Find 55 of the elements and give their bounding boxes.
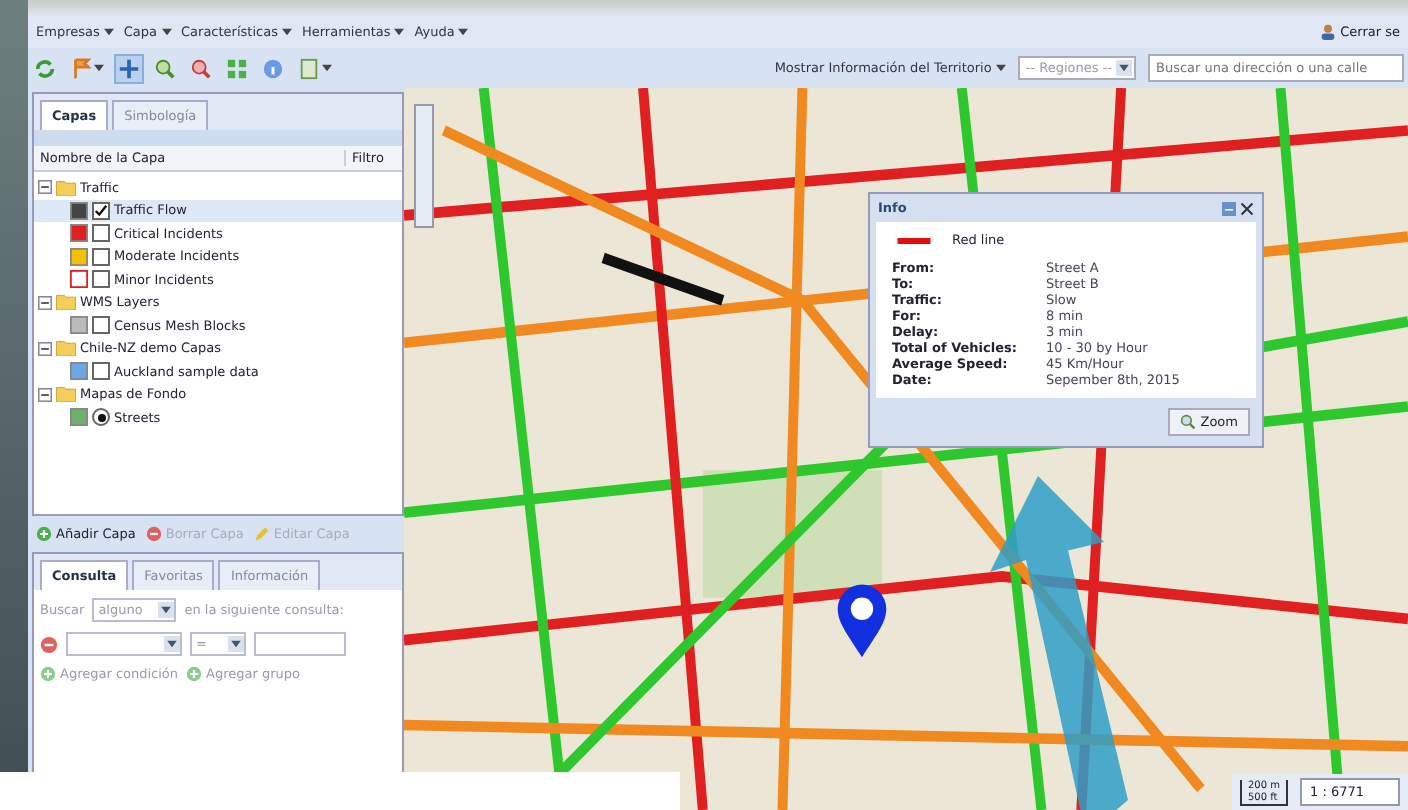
field-dropdown[interactable] [66,632,182,656]
layer-checkbox[interactable] [92,362,110,381]
pan-icon [118,57,140,79]
remove-icon [145,526,162,542]
add-icon [36,526,52,542]
toolbar-button[interactable] [188,55,214,81]
caret-icon [394,28,405,36]
close-icon[interactable] [1240,201,1254,215]
caret-icon [161,28,171,36]
toolbar-button[interactable] [296,55,334,81]
caret-icon [458,28,469,36]
layer-icon [70,408,88,427]
remove-icon[interactable] [40,635,58,653]
folder-icon [56,294,76,311]
magnifier-icon [1180,414,1197,430]
caret-icon [94,64,104,72]
folder-icon [56,386,76,403]
collapse-icon[interactable] [38,295,52,310]
zoom-out-icon [190,57,212,79]
layer-checkbox[interactable] [92,224,110,243]
folder-icon [56,340,76,357]
info-icon [262,57,284,79]
toolbar-button[interactable] [152,55,178,81]
layer-checkbox[interactable] [92,270,110,289]
document-icon [298,57,320,79]
add-icon [40,666,56,682]
dropdown-arrow-icon [164,636,180,652]
dropdown-arrow-icon [228,636,244,652]
pencil-icon [253,526,270,542]
map-pin-icon [834,582,890,658]
caret-icon [281,28,292,36]
dropdown-arrow-icon [1116,60,1132,76]
extent-icon [226,57,248,79]
layer-radio[interactable] [92,408,110,427]
add-icon [186,666,203,682]
layer-icon [70,362,88,381]
line-legend-icon [892,237,936,243]
layer-checkbox[interactable] [92,201,110,220]
zoom-in-icon [154,57,176,79]
collapse-icon[interactable] [38,341,52,356]
refresh-icon [34,57,56,79]
caret-icon [103,28,114,36]
collapse-icon[interactable] [38,180,52,195]
flag-icon [70,57,92,79]
value-field[interactable] [254,632,346,656]
caret-icon [995,64,1006,72]
caret-icon [322,64,332,72]
layer-checkbox[interactable] [92,247,110,266]
layer-icon [70,316,88,335]
toolbar-button[interactable] [116,55,142,81]
dropdown-arrow-icon [158,602,175,618]
layer-checkbox[interactable] [92,316,110,335]
collapse-icon[interactable] [38,387,52,402]
toolbar-button[interactable] [68,55,106,81]
user-icon [1320,24,1337,40]
